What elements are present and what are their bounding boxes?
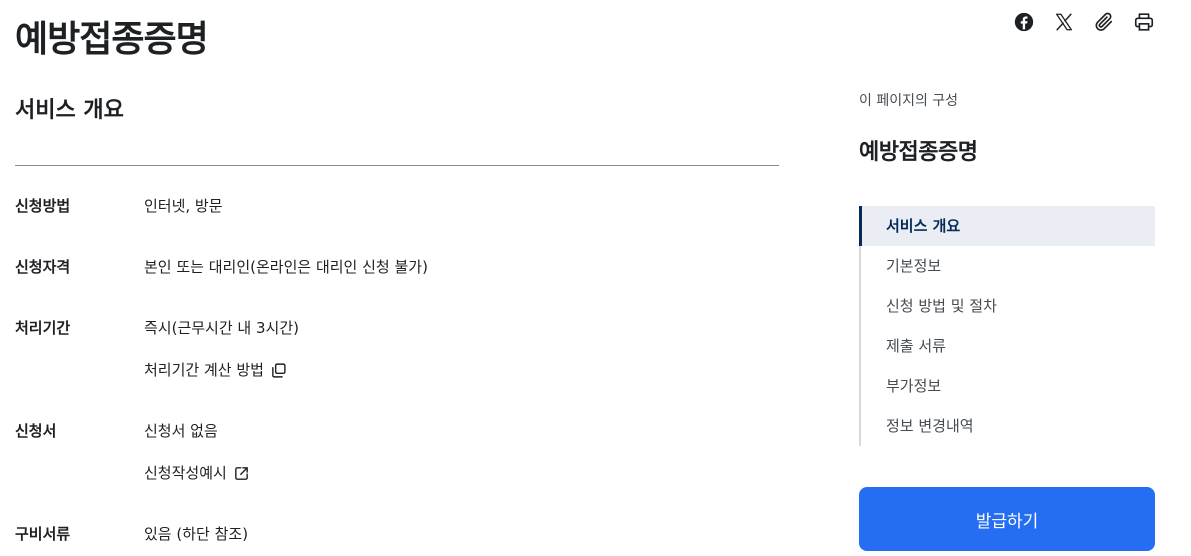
info-value: 있음 (하단 참조): [144, 525, 249, 543]
toc-title: 예방접종증명: [859, 140, 978, 165]
page-title: 예방접종증명: [15, 19, 209, 60]
issue-button[interactable]: 발급하기: [859, 487, 1155, 551]
link-label: 처리기간 계산 방법: [144, 361, 264, 379]
info-label: 신청서: [15, 422, 57, 440]
toc-item-service-overview[interactable]: 서비스 개요: [859, 206, 1155, 246]
info-row-application-form: 신청서 신청서 없음 신청작성예시: [15, 420, 779, 523]
info-value: 즉시(근무시간 내 3시간): [144, 319, 299, 337]
info-value: 신청서 없음: [144, 422, 218, 440]
toc-item-submission-documents[interactable]: 제출 서류: [861, 326, 1155, 366]
info-row-eligibility: 신청자격 본인 또는 대리인(온라인은 대리인 신청 불가): [15, 256, 779, 317]
paperclip-icon: [1093, 11, 1115, 37]
toc-nav: 서비스 개요 기본정보 신청 방법 및 절차 제출 서류 부가정보 정보 변경내…: [859, 206, 1155, 446]
facebook-icon: [1013, 11, 1035, 37]
toc-item-change-history[interactable]: 정보 변경내역: [861, 406, 1155, 446]
toc-item-basic-info[interactable]: 기본정보: [861, 246, 1155, 286]
external-link-icon: [233, 465, 250, 482]
service-info-list: 신청방법 인터넷, 방문 신청자격 본인 또는 대리인(온라인은 대리인 신청 …: [15, 195, 779, 556]
print-icon: [1133, 11, 1155, 37]
application-example-link[interactable]: 신청작성예시: [144, 462, 779, 484]
facebook-share-button[interactable]: [1013, 12, 1035, 36]
print-button[interactable]: [1133, 12, 1155, 36]
info-label: 신청방법: [15, 197, 71, 215]
info-label: 처리기간: [15, 319, 71, 337]
info-row-required-documents: 구비서류 있음 (하단 참조): [15, 523, 779, 556]
section-title: 서비스 개요: [15, 98, 124, 123]
toc-item-additional-info[interactable]: 부가정보: [861, 366, 1155, 406]
copy-link-button[interactable]: [1093, 12, 1115, 36]
x-icon: [1053, 11, 1075, 37]
share-toolbar: [1013, 12, 1155, 36]
link-label: 신청작성예시: [144, 464, 227, 482]
info-value: 본인 또는 대리인(온라인은 대리인 신청 불가): [144, 258, 428, 276]
info-label: 신청자격: [15, 258, 71, 276]
toc-item-application-procedure[interactable]: 신청 방법 및 절차: [861, 286, 1155, 326]
x-share-button[interactable]: [1053, 12, 1075, 36]
info-label: 구비서류: [15, 525, 71, 543]
copy-icon: [270, 362, 287, 379]
processing-time-calc-link[interactable]: 처리기간 계산 방법: [144, 359, 779, 381]
info-row-application-method: 신청방법 인터넷, 방문: [15, 195, 779, 256]
info-value: 인터넷, 방문: [144, 197, 223, 215]
info-row-processing-time: 처리기간 즉시(근무시간 내 3시간) 처리기간 계산 방법: [15, 317, 779, 420]
toc-caption: 이 페이지의 구성: [859, 93, 959, 109]
divider: [15, 165, 779, 166]
